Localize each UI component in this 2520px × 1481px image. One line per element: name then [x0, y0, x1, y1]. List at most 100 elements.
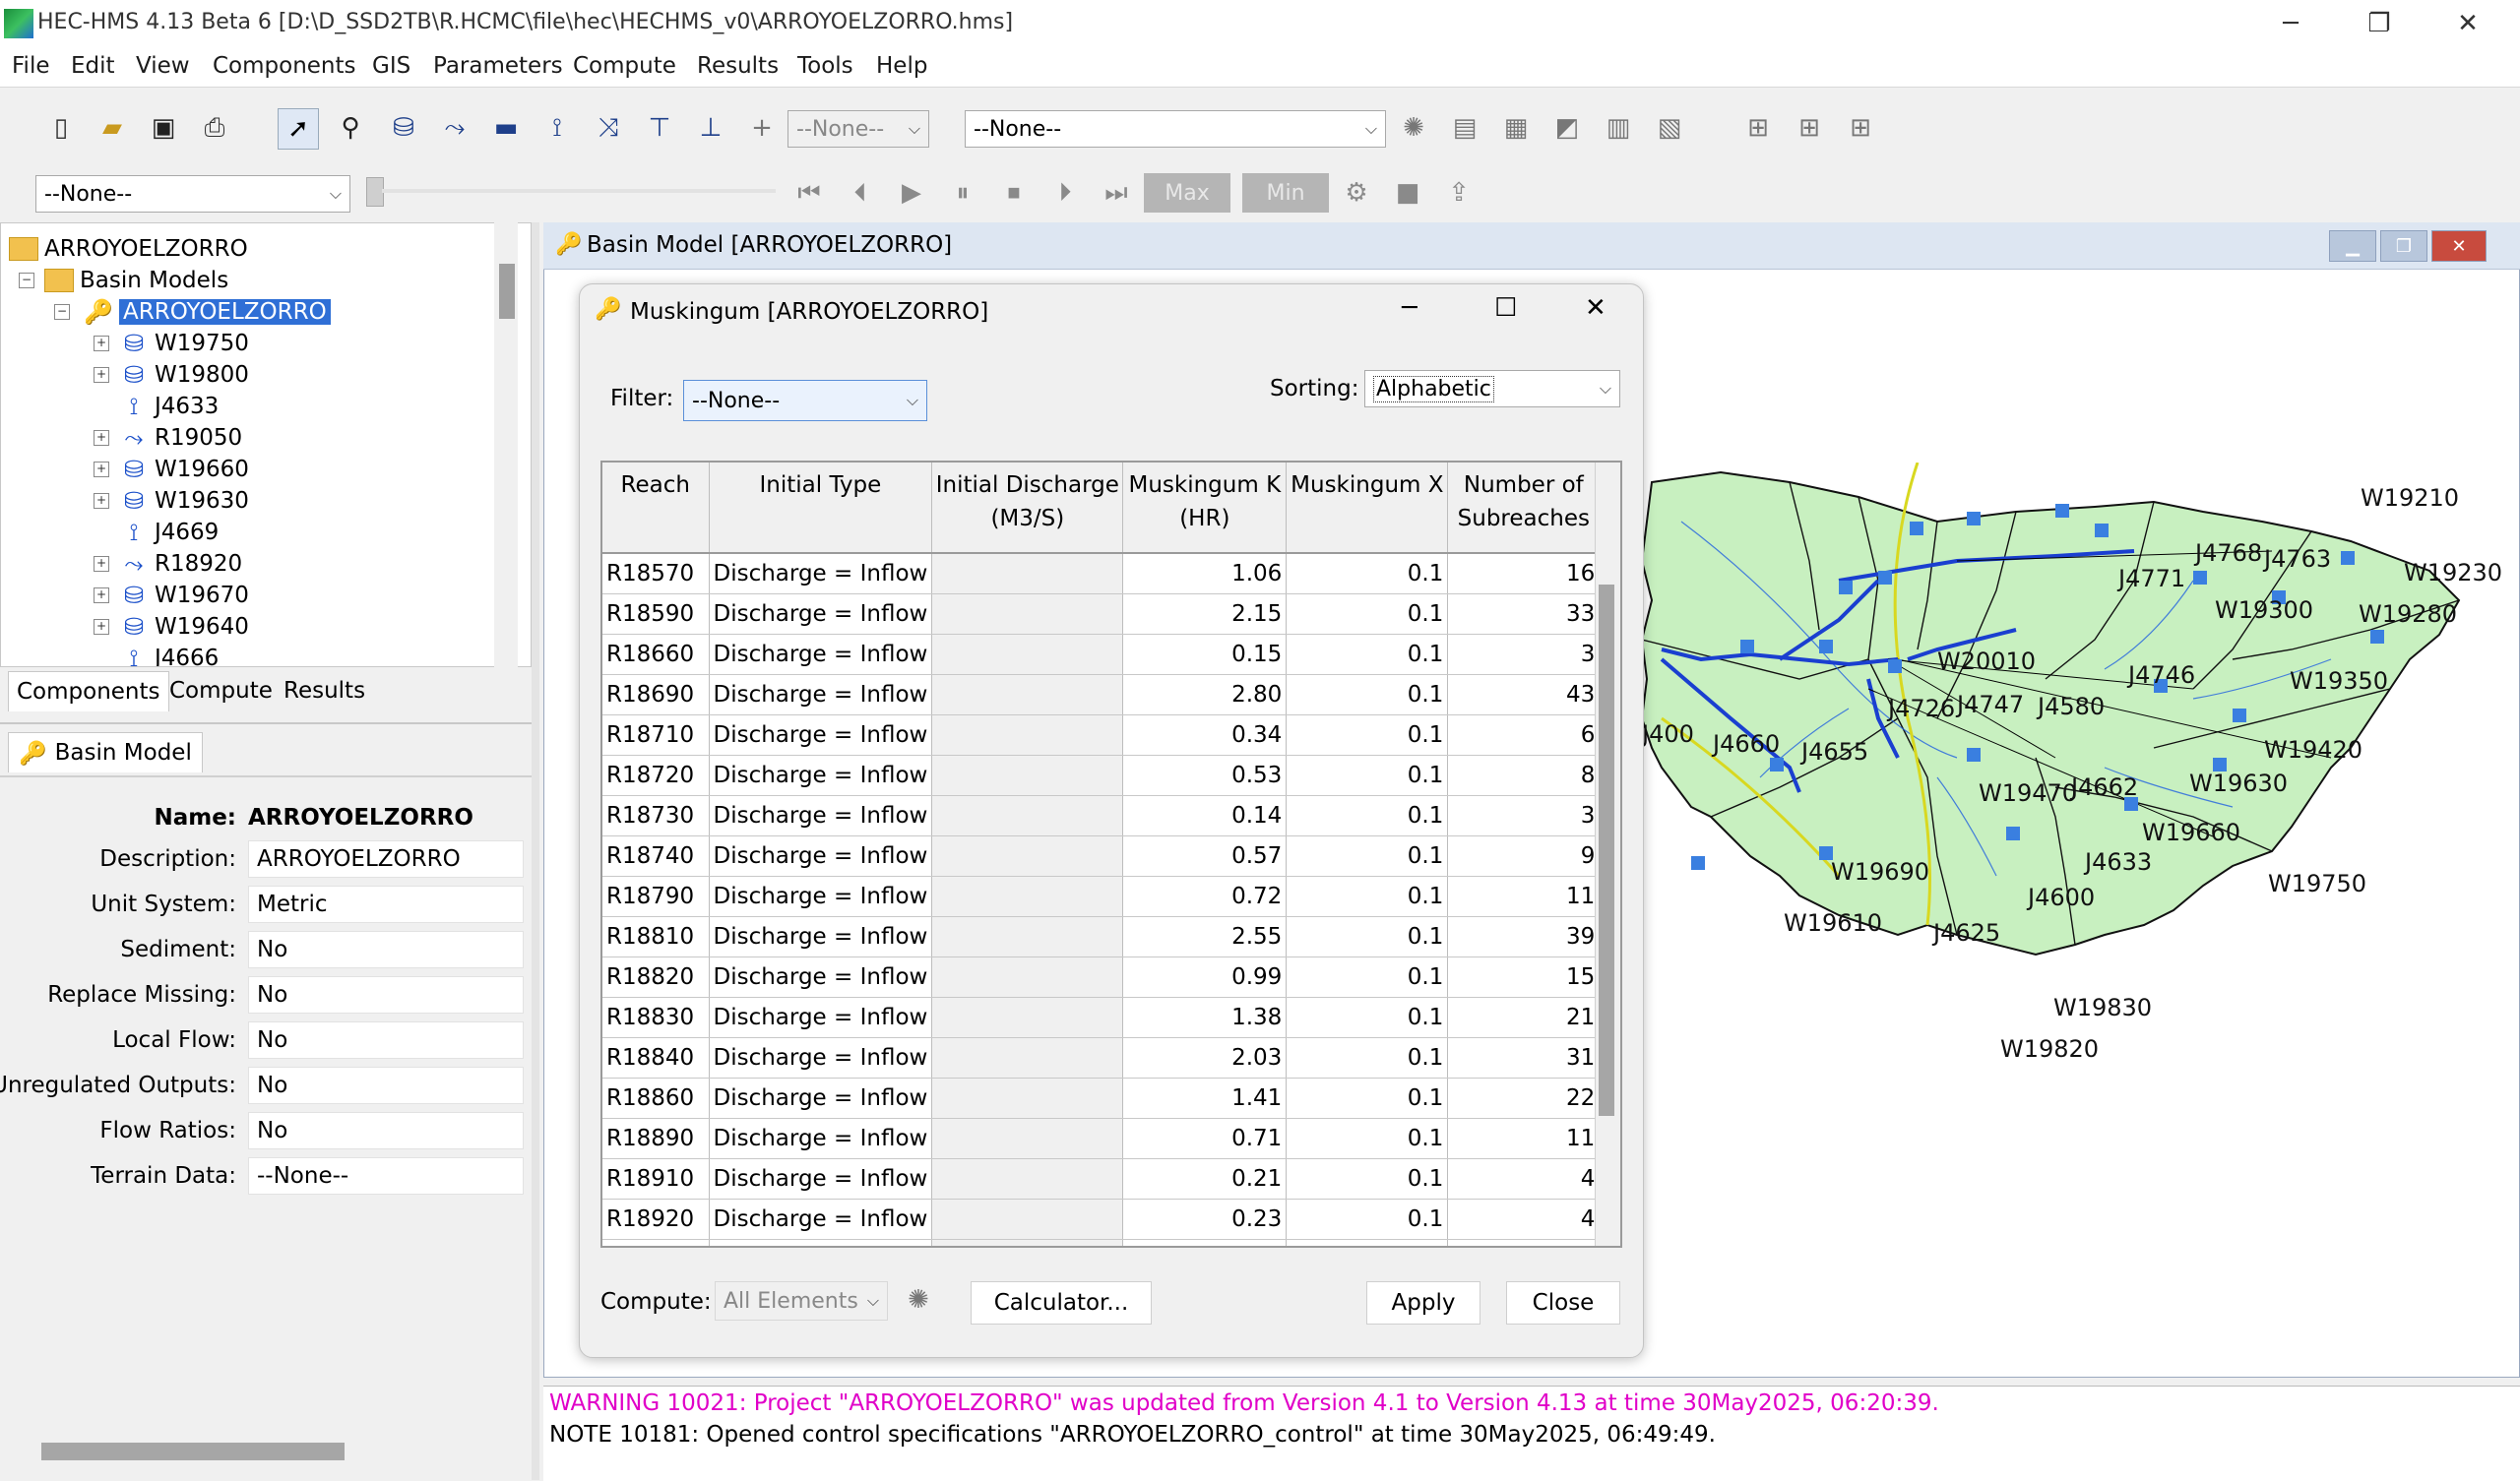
table-cell[interactable]: 0.1 [1286, 956, 1449, 998]
table-row[interactable]: R18860 Discharge = Inflow 1.41 0.1 22 [602, 1078, 1601, 1119]
menu-gis[interactable]: GIS [372, 53, 410, 79]
table-cell[interactable]: 0.99 [1122, 956, 1288, 998]
table-row[interactable]: R18720 Discharge = Inflow 0.53 0.1 8 [602, 755, 1601, 796]
tree-element[interactable]: ⛁ W19750 [119, 328, 249, 359]
step-back-icon[interactable]: ⏴ [839, 171, 882, 215]
menu-results[interactable]: Results [697, 53, 779, 79]
table-row[interactable]: R18740 Discharge = Inflow 0.57 0.1 9 [602, 835, 1601, 877]
table-row[interactable]: R18830 Discharge = Inflow 1.38 0.1 21 [602, 997, 1601, 1038]
table-cell[interactable]: Discharge = Inflow [709, 1078, 933, 1119]
column-header[interactable]: Number of Subreaches [1447, 463, 1601, 554]
table-cell[interactable]: 15 [1447, 1239, 1601, 1246]
table-cell[interactable] [931, 634, 1124, 675]
table-cell[interactable] [931, 674, 1124, 715]
pause-icon[interactable]: ⏸ [941, 171, 984, 215]
table-cell[interactable]: 11 [1447, 876, 1601, 917]
table-cell[interactable]: Discharge = Inflow [709, 795, 933, 836]
fast-forward-icon[interactable]: ⏭ [1095, 171, 1138, 215]
table-cell[interactable]: 43 [1447, 674, 1601, 715]
table-cell[interactable]: 1.06 [1122, 553, 1288, 594]
step-forward-icon[interactable]: ⏵ [1043, 171, 1087, 215]
table-cell[interactable]: 2.03 [1122, 1037, 1288, 1079]
table-cell[interactable]: 0.1 [1286, 997, 1449, 1038]
time-slider-track[interactable] [382, 189, 776, 193]
table-cell[interactable]: 0.1 [1286, 795, 1449, 836]
expand-toggle[interactable]: + [94, 619, 109, 635]
table-cell[interactable]: Discharge = Inflow [709, 714, 933, 756]
menu-view[interactable]: View [136, 53, 190, 79]
table-cell[interactable]: 0.1 [1286, 835, 1449, 877]
new-file-icon[interactable]: ▯ [41, 108, 81, 148]
table-cell[interactable]: 16 [1447, 553, 1601, 594]
table-cell[interactable]: 0.1 [1286, 1118, 1449, 1159]
table-cell[interactable]: Discharge = Inflow [709, 1158, 933, 1200]
basin-close-button[interactable]: ✕ [2431, 230, 2487, 262]
collapse-toggle[interactable]: − [54, 304, 70, 320]
reservoir-tool-icon[interactable]: ▬ [486, 108, 526, 148]
menu-edit[interactable]: Edit [71, 53, 115, 79]
dialog-minimize-button[interactable]: ─ [1402, 293, 1418, 323]
table-cell[interactable]: 0.1 [1286, 1199, 1449, 1240]
table-cell[interactable]: 0.34 [1122, 714, 1288, 756]
table-cell[interactable]: 0.1 [1286, 755, 1449, 796]
table-cell[interactable]: 0.1 [1286, 916, 1449, 957]
menu-components[interactable]: Components [213, 53, 356, 79]
table-row[interactable]: R18710 Discharge = Inflow 0.34 0.1 6 [602, 714, 1601, 756]
replace-missing-select[interactable]: No [248, 976, 524, 1014]
junction-tool-icon[interactable]: ⟟ [537, 108, 577, 148]
table-cell[interactable] [931, 916, 1124, 957]
table-cell[interactable]: 21 [1447, 997, 1601, 1038]
table-cell[interactable]: Discharge = Inflow [709, 1118, 933, 1159]
table-cell[interactable] [931, 553, 1124, 594]
summary-table-icon[interactable]: ▧ [1650, 108, 1689, 148]
table-cell[interactable]: 3 [1447, 795, 1601, 836]
table-row[interactable]: R18920 Discharge = Inflow 0.23 0.1 4 [602, 1199, 1601, 1240]
sorting-select[interactable]: Alphabetic ⌵ [1364, 370, 1620, 407]
element-summary-icon[interactable]: ▦ [1496, 108, 1536, 148]
tree-basin-models[interactable]: Basin Models [44, 265, 228, 296]
expand-toggle[interactable]: + [94, 430, 109, 446]
table-cell[interactable] [931, 795, 1124, 836]
table-cell[interactable]: 0.71 [1122, 1118, 1288, 1159]
subbasin-tool-icon[interactable]: ⛁ [384, 108, 423, 148]
expand-toggle[interactable]: + [94, 587, 109, 603]
local-flow-select[interactable]: No [248, 1021, 524, 1059]
description-field[interactable]: ARROYOELZORRO [248, 840, 524, 878]
table-cell[interactable]: 0.1 [1286, 876, 1449, 917]
unit-system-select[interactable]: Metric [248, 886, 524, 923]
table-cell[interactable]: 39 [1447, 916, 1601, 957]
min-button[interactable]: Min [1242, 173, 1329, 213]
table-cell[interactable] [931, 835, 1124, 877]
global-summary-icon[interactable]: ▤ [1445, 108, 1484, 148]
table-cell[interactable]: Discharge = Inflow [709, 997, 933, 1038]
column-header[interactable]: Initial Type [709, 463, 933, 554]
gis-grid-2-icon[interactable]: ⊞ [1790, 108, 1829, 148]
graph-icon[interactable]: ◩ [1547, 108, 1587, 148]
table-cell[interactable]: Discharge = Inflow [709, 1239, 933, 1246]
column-header[interactable]: Muskingum K (HR) [1122, 463, 1288, 554]
table-cell[interactable]: 0.1 [1286, 714, 1449, 756]
table-cell[interactable]: 0.1 [1286, 593, 1449, 635]
basin-restore-button[interactable]: ❐ [2380, 230, 2427, 262]
table-row[interactable]: R18660 Discharge = Inflow 0.15 0.1 3 [602, 634, 1601, 675]
element-selector[interactable]: --None-- ⌵ [788, 110, 929, 148]
table-cell[interactable]: Discharge = Inflow [709, 593, 933, 635]
table-cell[interactable] [931, 1199, 1124, 1240]
close-window-button[interactable]: ✕ [2424, 0, 2512, 47]
compute-icon[interactable]: ✺ [908, 1285, 929, 1315]
apply-button[interactable]: Apply [1366, 1281, 1480, 1325]
table-row[interactable]: R18810 Discharge = Inflow 2.55 0.1 39 [602, 916, 1601, 957]
unregulated-outputs-select[interactable]: No [248, 1067, 524, 1104]
tree-element[interactable]: ⛁ W19800 [119, 359, 249, 391]
table-cell[interactable] [931, 997, 1124, 1038]
expand-toggle[interactable]: + [94, 493, 109, 509]
table-row[interactable]: R18590 Discharge = Inflow 2.15 0.1 33 [602, 593, 1601, 635]
table-cell[interactable] [931, 1118, 1124, 1159]
gis-grid-3-icon[interactable]: ⊞ [1841, 108, 1880, 148]
column-header[interactable]: Initial Discharge (M3/S) [931, 463, 1124, 554]
table-row[interactable]: R18820 Discharge = Inflow 0.99 0.1 15 [602, 956, 1601, 998]
table-cell[interactable] [931, 876, 1124, 917]
table-cell[interactable] [931, 1078, 1124, 1119]
table-cell[interactable]: 33 [1447, 593, 1601, 635]
tree-element[interactable]: ⤳ R18920 [119, 548, 242, 580]
